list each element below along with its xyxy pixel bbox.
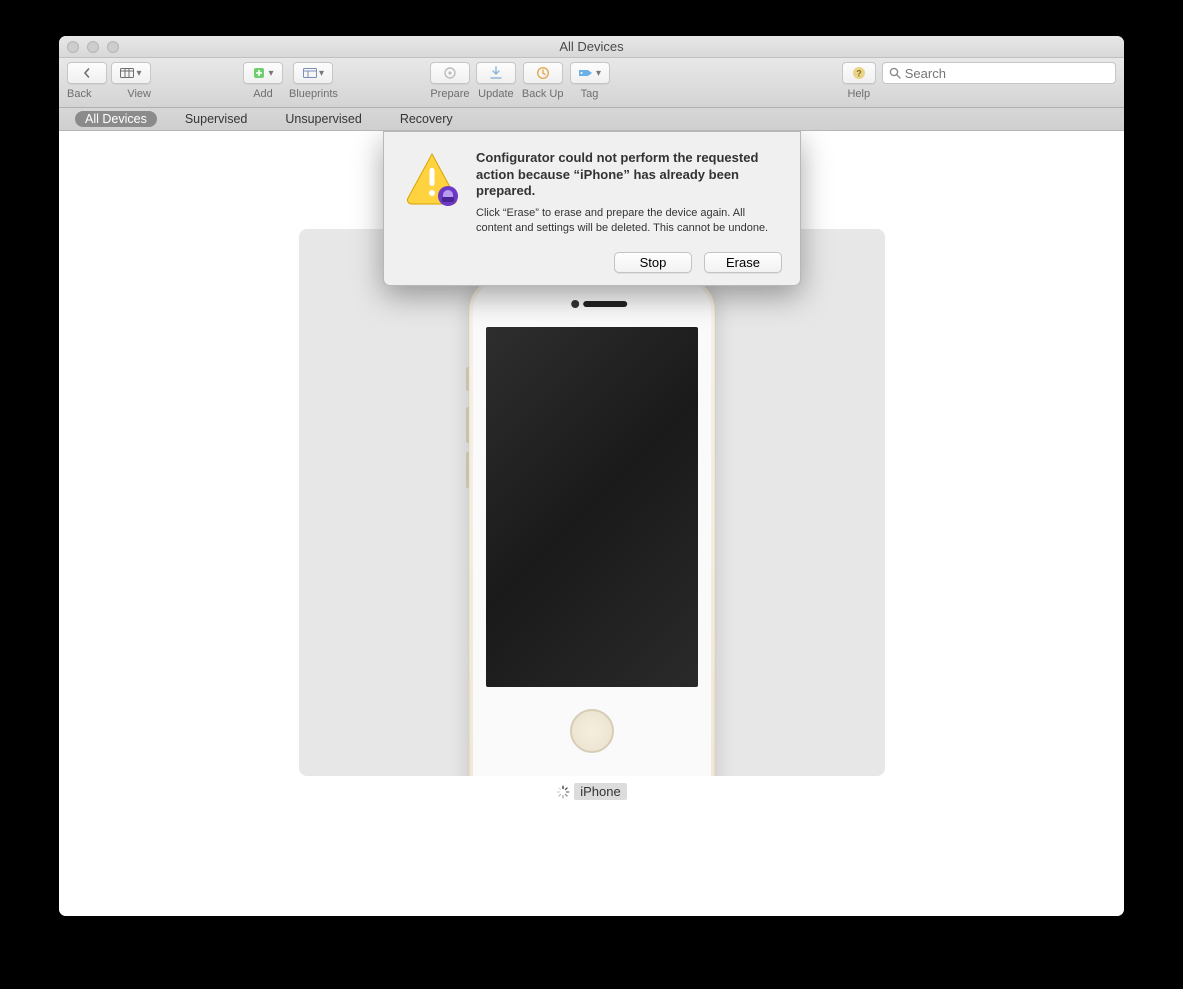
update-button[interactable]	[476, 62, 516, 84]
minimize-icon[interactable]	[87, 41, 99, 53]
help-label: Help	[847, 88, 870, 100]
prepare-label: Prepare	[430, 88, 469, 100]
download-icon	[490, 66, 502, 80]
chevron-down-icon: ▾	[268, 68, 273, 79]
blueprints-icon	[303, 68, 317, 78]
search-field[interactable]	[882, 62, 1116, 84]
alert-dialog: Configurator could not perform the reque…	[383, 131, 801, 286]
scopebar: All Devices Supervised Unsupervised Reco…	[59, 108, 1124, 131]
tag-icon	[578, 68, 594, 78]
blueprints-label: Blueprints	[289, 88, 338, 100]
traffic-lights	[67, 41, 119, 53]
scope-supervised[interactable]: Supervised	[175, 111, 258, 127]
blueprints-button[interactable]: ▾	[293, 62, 333, 84]
device-label-row: iPhone	[59, 783, 1124, 800]
search-icon	[889, 67, 901, 79]
add-label: Add	[253, 88, 273, 100]
tag-label: Tag	[581, 88, 599, 100]
svg-text:?: ?	[856, 69, 862, 79]
close-icon[interactable]	[67, 41, 79, 53]
chevron-down-icon: ▾	[319, 68, 324, 79]
titlebar: All Devices	[59, 36, 1124, 58]
grid-icon	[120, 68, 134, 78]
gear-icon	[443, 66, 457, 80]
spinner-icon	[556, 785, 570, 799]
back-label: Back	[67, 88, 91, 100]
erase-button[interactable]: Erase	[704, 252, 782, 273]
chevron-down-icon: ▾	[136, 68, 141, 79]
toolbar: ▾ Back View ▾ Add ▾ Blueprints	[59, 58, 1124, 108]
stop-button[interactable]: Stop	[614, 252, 692, 273]
help-button[interactable]: ?	[842, 62, 876, 84]
content-area: iPhone Configurator could not perform th…	[59, 131, 1124, 916]
app-window: All Devices ▾ Back View ▾	[59, 36, 1124, 916]
device-card[interactable]	[299, 229, 885, 776]
dialog-description: Click “Erase” to erase and prepare the d…	[476, 206, 782, 236]
device-image-iphone	[468, 276, 716, 776]
help-icon: ?	[852, 66, 866, 80]
search-input[interactable]	[905, 66, 1109, 81]
zoom-icon[interactable]	[107, 41, 119, 53]
update-label: Update	[478, 88, 513, 100]
tag-button[interactable]: ▾	[570, 62, 610, 84]
window-title: All Devices	[67, 39, 1116, 54]
scope-recovery[interactable]: Recovery	[390, 111, 463, 127]
plus-icon	[252, 66, 266, 80]
view-button[interactable]: ▾	[111, 62, 151, 84]
scope-all-devices[interactable]: All Devices	[75, 111, 157, 127]
chevron-down-icon: ▾	[596, 68, 601, 79]
add-button[interactable]: ▾	[243, 62, 283, 84]
view-label: View	[127, 88, 151, 100]
clock-icon	[536, 66, 550, 80]
backup-label: Back Up	[522, 88, 564, 100]
prepare-button[interactable]	[430, 62, 470, 84]
chevron-left-icon	[82, 68, 92, 78]
warning-icon	[402, 150, 462, 206]
back-button[interactable]	[67, 62, 107, 84]
backup-button[interactable]	[523, 62, 563, 84]
dialog-title: Configurator could not perform the reque…	[476, 150, 782, 200]
device-name-label[interactable]: iPhone	[574, 783, 626, 800]
scope-unsupervised[interactable]: Unsupervised	[275, 111, 371, 127]
